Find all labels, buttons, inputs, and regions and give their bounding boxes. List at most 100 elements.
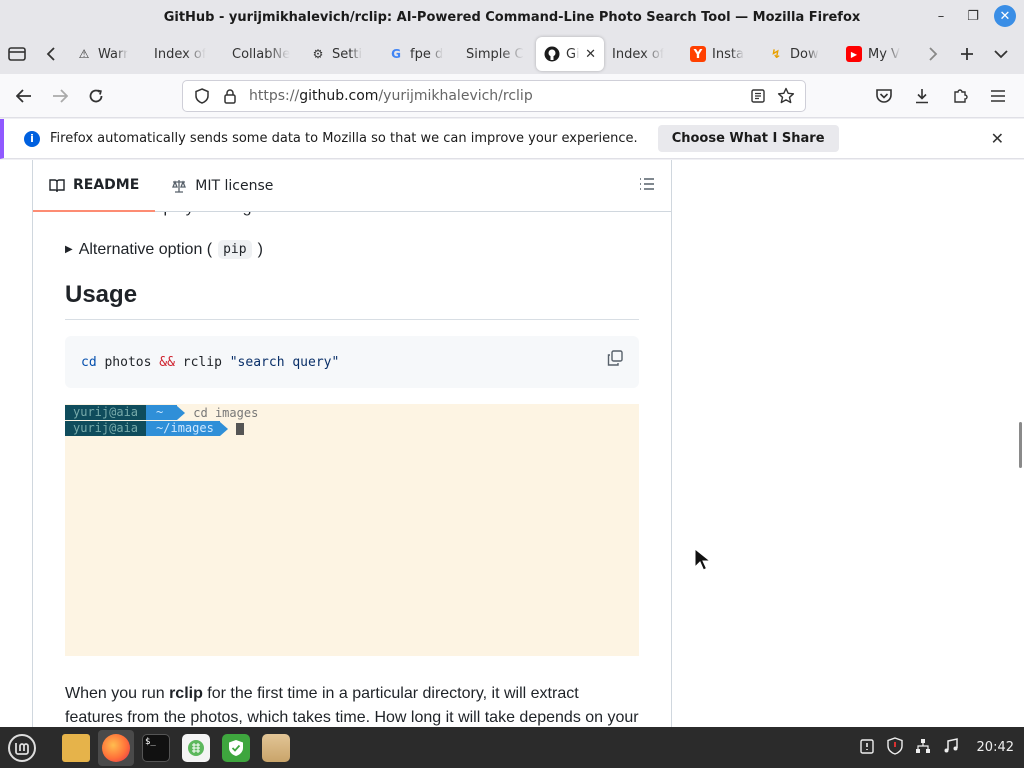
terminal-dir-1: ~ [146,405,178,420]
usage-paragraph: When you run rclip for the first time in… [65,682,639,727]
chevron-left-icon [46,47,55,61]
chevron-right-icon [929,47,938,61]
readme-panel: README MIT license 2. Install rclip by r… [32,160,672,727]
taskbar-firefox[interactable] [98,729,134,766]
terminal-line-1: yurij@aia ~ cd images [65,405,258,420]
scale-icon [172,179,187,193]
network-icon[interactable] [915,738,931,758]
tab-readme[interactable]: README [33,160,156,212]
address-bar[interactable]: https://github.com/yurijmikhalevich/rcli… [182,80,806,112]
folder-icon [62,733,90,762]
code-cd: cd [81,354,97,370]
details-close-paren: ) [257,240,263,258]
maximize-button[interactable]: ❐ [962,5,984,27]
bookmark-star-icon[interactable] [777,87,795,105]
terminal-demo: yurij@aia ~ cd images yurij@aia ~/images [65,404,639,656]
window-titlebar: GitHub - yurijmikhalevich/rclip: AI-Powe… [0,0,1024,34]
tab-collabnet[interactable]: CollabNe [224,37,302,71]
download-icon [916,89,928,104]
taskbar-shield[interactable] [218,730,254,766]
firefox-icon [102,733,130,762]
sound-icon[interactable] [943,737,959,758]
window-title: GitHub - yurijmikhalevich/rclip: AI-Powe… [163,9,861,25]
outline-menu-icon[interactable] [639,176,655,195]
data-collection-notice: i Firefox automatically sends some data … [0,119,1024,159]
markdown-body: 2. Install rclip by running the installe… [65,200,639,727]
tab-insta[interactable]: Y Insta [682,37,760,71]
page-content: README MIT license 2. Install rclip by r… [0,160,1024,727]
prompt-arrow [177,405,186,420]
y-icon: Y [690,46,706,62]
taskbar-calculator[interactable] [178,730,214,766]
mouse-pointer-icon [694,548,712,571]
grid-app-icon [182,733,210,762]
forward-button[interactable] [42,78,78,114]
puzzle-icon [954,89,968,103]
code-string: "search query" [229,354,340,370]
tab-index-of-1[interactable]: Index of [146,37,224,71]
close-notice-icon[interactable]: ✕ [991,129,1004,148]
terminal-icon: $_ [142,733,170,762]
arrow-right-icon [53,88,68,103]
tab-index-of-2[interactable]: Index of [604,37,682,71]
app-menu-button[interactable] [980,78,1016,114]
taskbar-clock[interactable]: 20:42 [977,740,1014,755]
tab-youtube[interactable]: ▶ My V [838,37,916,71]
url-text[interactable]: https://github.com/yurijmikhalevich/rcli… [249,88,739,104]
tab-license[interactable]: MIT license [155,160,289,212]
tab-scroll-right-button[interactable] [916,37,950,71]
firefox-view-button[interactable] [0,37,34,71]
reader-view-icon[interactable] [749,87,767,105]
mint-menu-button[interactable] [4,730,40,766]
lock-icon[interactable] [221,87,239,105]
terminal-cursor [235,422,244,435]
minimize-button[interactable]: – [930,5,952,27]
taskbar-terminal[interactable]: $_ [138,730,174,766]
code-arg: photos [96,354,160,370]
archive-box-icon [262,733,290,762]
choose-what-i-share-button[interactable]: Choose What I Share [657,125,839,152]
gear-icon: ⚙ [312,47,324,61]
tab-simple[interactable]: Simple C [458,37,536,71]
toolbar-right [866,78,1016,114]
shield-tray-icon[interactable] [886,736,903,759]
downloads-button[interactable] [904,78,940,114]
tab-scroll-left-button[interactable] [34,37,68,71]
list-all-tabs-button[interactable] [984,37,1018,71]
para-text-1: When you run [65,685,170,702]
update-manager-icon[interactable] [859,738,875,758]
alternative-option-details[interactable]: ▶ Alternative option ( pip ) [65,240,639,259]
system-tray: 20:42 [859,727,1014,768]
github-icon [544,46,560,62]
page-scrollbar-thumb[interactable] [1019,422,1022,468]
tab-github-active[interactable]: Gi ✕ [536,37,604,71]
plus-icon [961,48,973,60]
linux-mint-icon [8,733,36,762]
reload-button[interactable] [78,78,114,114]
google-icon: G [391,47,401,61]
terminal-user-2: yurij@aia [65,421,147,436]
taskbar-files[interactable] [58,730,94,766]
pocket-button[interactable] [866,78,902,114]
details-label: Alternative option ( [78,240,213,258]
firefox-view-icon [8,47,26,61]
taskbar-archive[interactable] [258,730,294,766]
tab-fpe[interactable]: Gfpe d [380,37,458,71]
tab-settings[interactable]: ⚙ Setti [302,37,380,71]
hamburger-icon [991,90,1005,102]
new-tab-button[interactable] [950,37,984,71]
close-tab-icon[interactable]: ✕ [585,47,596,62]
tracking-protection-icon[interactable] [193,87,211,105]
arrow-left-icon [16,88,31,103]
extensions-button[interactable] [942,78,978,114]
prompt-arrow [219,421,228,436]
tab-download[interactable]: ↯ Dow [760,37,838,71]
url-host: github.com [299,88,379,104]
back-button[interactable] [6,78,42,114]
tab-warr[interactable]: ⚠ Warr [68,37,146,71]
close-window-button[interactable]: ✕ [994,5,1016,27]
disclosure-triangle-icon: ▶ [65,244,73,255]
terminal-line-2: yurij@aia ~/images [65,421,244,436]
copy-icon[interactable] [607,350,625,368]
details-code: pip [218,240,252,259]
